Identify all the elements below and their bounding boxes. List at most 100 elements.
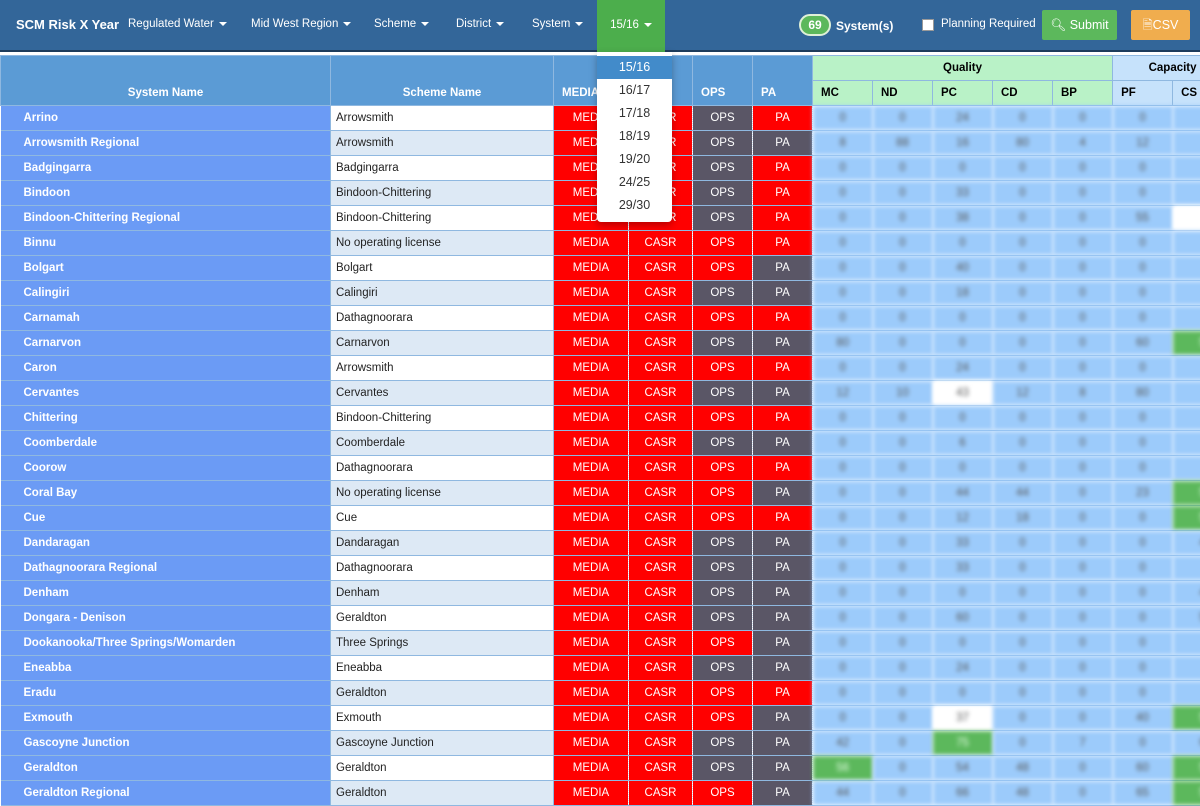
- media-cell[interactable]: MEDIA: [554, 281, 629, 306]
- pa-cell[interactable]: PA: [753, 681, 813, 706]
- filter-program-dropdown[interactable]: Regulated Water: [128, 18, 227, 30]
- casr-cell[interactable]: CASR: [629, 681, 693, 706]
- ops-cell[interactable]: OPS: [693, 331, 753, 356]
- media-cell[interactable]: MEDIA: [554, 381, 629, 406]
- year-dropdown[interactable]: 15/16: [597, 0, 665, 52]
- ops-cell[interactable]: OPS: [693, 356, 753, 381]
- media-cell[interactable]: MEDIA: [554, 656, 629, 681]
- casr-cell[interactable]: CASR: [629, 706, 693, 731]
- casr-cell[interactable]: CASR: [629, 256, 693, 281]
- pa-cell[interactable]: PA: [753, 506, 813, 531]
- casr-cell[interactable]: CASR: [629, 756, 693, 781]
- media-cell[interactable]: MEDIA: [554, 231, 629, 256]
- ops-cell[interactable]: OPS: [693, 456, 753, 481]
- casr-cell[interactable]: CASR: [629, 481, 693, 506]
- system-name-cell[interactable]: Geraldton: [1, 756, 331, 781]
- pa-cell[interactable]: PA: [753, 581, 813, 606]
- pa-cell[interactable]: PA: [753, 406, 813, 431]
- casr-cell[interactable]: CASR: [629, 731, 693, 756]
- ops-cell[interactable]: OPS: [693, 656, 753, 681]
- media-cell[interactable]: MEDIA: [554, 406, 629, 431]
- media-cell[interactable]: MEDIA: [554, 756, 629, 781]
- pa-cell[interactable]: PA: [753, 306, 813, 331]
- ops-cell[interactable]: OPS: [693, 406, 753, 431]
- pa-cell[interactable]: PA: [753, 206, 813, 231]
- pa-cell[interactable]: PA: [753, 731, 813, 756]
- ops-cell[interactable]: OPS: [693, 281, 753, 306]
- system-name-cell[interactable]: Cervantes: [1, 381, 331, 406]
- pa-cell[interactable]: PA: [753, 531, 813, 556]
- casr-cell[interactable]: CASR: [629, 456, 693, 481]
- submit-button[interactable]: 🔍︎ Submit: [1042, 10, 1117, 40]
- system-name-cell[interactable]: Calingiri: [1, 281, 331, 306]
- pa-cell[interactable]: PA: [753, 456, 813, 481]
- filter-system-dropdown[interactable]: System: [532, 18, 583, 30]
- csv-export-button[interactable]: 🗎︎CSV: [1131, 10, 1190, 40]
- pa-cell[interactable]: PA: [753, 231, 813, 256]
- header-bp[interactable]: BP: [1053, 81, 1113, 106]
- system-name-cell[interactable]: Denham: [1, 581, 331, 606]
- ops-cell[interactable]: OPS: [693, 531, 753, 556]
- system-name-cell[interactable]: Dandaragan: [1, 531, 331, 556]
- system-name-cell[interactable]: Chittering: [1, 406, 331, 431]
- ops-cell[interactable]: OPS: [693, 306, 753, 331]
- planning-required-checkbox[interactable]: [922, 19, 934, 31]
- media-cell[interactable]: MEDIA: [554, 456, 629, 481]
- header-nd[interactable]: ND: [873, 81, 933, 106]
- pa-cell[interactable]: PA: [753, 606, 813, 631]
- system-name-cell[interactable]: Bindoon: [1, 181, 331, 206]
- ops-cell[interactable]: OPS: [693, 106, 753, 131]
- media-cell[interactable]: MEDIA: [554, 681, 629, 706]
- casr-cell[interactable]: CASR: [629, 231, 693, 256]
- year-option[interactable]: 24/25: [597, 171, 672, 194]
- year-option[interactable]: 16/17: [597, 79, 672, 102]
- system-name-cell[interactable]: Arrino: [1, 106, 331, 131]
- system-name-cell[interactable]: Coral Bay: [1, 481, 331, 506]
- system-name-cell[interactable]: Dookanooka/Three Springs/Womarden: [1, 631, 331, 656]
- media-cell[interactable]: MEDIA: [554, 331, 629, 356]
- header-pa[interactable]: PA: [753, 56, 813, 106]
- system-name-cell[interactable]: Dathagnoorara Regional: [1, 556, 331, 581]
- pa-cell[interactable]: PA: [753, 106, 813, 131]
- ops-cell[interactable]: OPS: [693, 781, 753, 806]
- system-name-cell[interactable]: Bolgart: [1, 256, 331, 281]
- ops-cell[interactable]: OPS: [693, 631, 753, 656]
- system-name-cell[interactable]: Bindoon-Chittering Regional: [1, 206, 331, 231]
- pa-cell[interactable]: PA: [753, 756, 813, 781]
- system-name-cell[interactable]: Badgingarra: [1, 156, 331, 181]
- system-name-cell[interactable]: Exmouth: [1, 706, 331, 731]
- media-cell[interactable]: MEDIA: [554, 606, 629, 631]
- pa-cell[interactable]: PA: [753, 431, 813, 456]
- media-cell[interactable]: MEDIA: [554, 506, 629, 531]
- ops-cell[interactable]: OPS: [693, 431, 753, 456]
- pa-cell[interactable]: PA: [753, 356, 813, 381]
- pa-cell[interactable]: PA: [753, 256, 813, 281]
- ops-cell[interactable]: OPS: [693, 581, 753, 606]
- year-option[interactable]: 29/30: [597, 194, 672, 217]
- system-name-cell[interactable]: Dongara - Denison: [1, 606, 331, 631]
- casr-cell[interactable]: CASR: [629, 381, 693, 406]
- system-name-cell[interactable]: Gascoyne Junction: [1, 731, 331, 756]
- media-cell[interactable]: MEDIA: [554, 531, 629, 556]
- system-name-cell[interactable]: Eradu: [1, 681, 331, 706]
- media-cell[interactable]: MEDIA: [554, 306, 629, 331]
- pa-cell[interactable]: PA: [753, 156, 813, 181]
- media-cell[interactable]: MEDIA: [554, 631, 629, 656]
- year-option[interactable]: 19/20: [597, 148, 672, 171]
- filter-district-dropdown[interactable]: District: [456, 18, 504, 30]
- pa-cell[interactable]: PA: [753, 181, 813, 206]
- system-name-cell[interactable]: Caron: [1, 356, 331, 381]
- ops-cell[interactable]: OPS: [693, 556, 753, 581]
- pa-cell[interactable]: PA: [753, 281, 813, 306]
- media-cell[interactable]: MEDIA: [554, 256, 629, 281]
- system-name-cell[interactable]: Binnu: [1, 231, 331, 256]
- header-ops[interactable]: OPS: [693, 56, 753, 106]
- pa-cell[interactable]: PA: [753, 331, 813, 356]
- casr-cell[interactable]: CASR: [629, 581, 693, 606]
- system-name-cell[interactable]: Arrowsmith Regional: [1, 131, 331, 156]
- ops-cell[interactable]: OPS: [693, 206, 753, 231]
- header-cs[interactable]: CS: [1173, 81, 1200, 106]
- filter-region-dropdown[interactable]: Mid West Region: [251, 18, 351, 30]
- casr-cell[interactable]: CASR: [629, 631, 693, 656]
- media-cell[interactable]: MEDIA: [554, 731, 629, 756]
